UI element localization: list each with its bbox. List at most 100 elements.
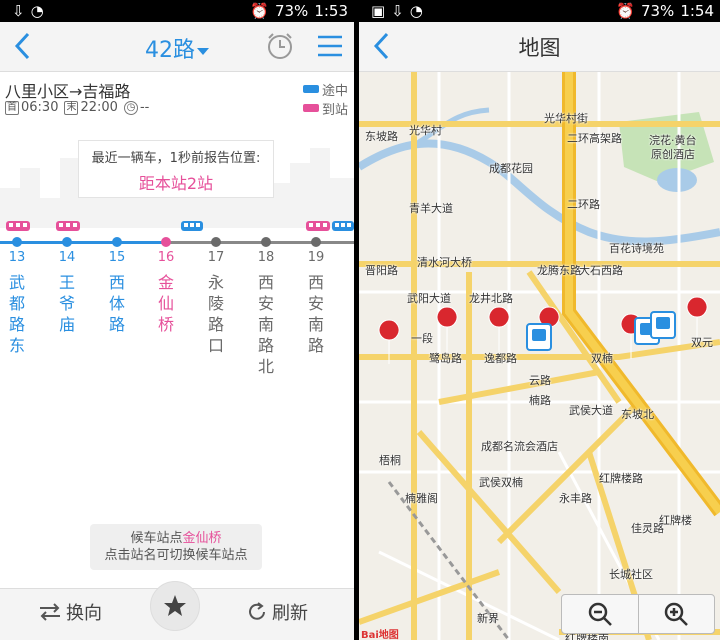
stop-name[interactable]: 王爷庙 — [52, 272, 82, 335]
stop-name[interactable]: 金仙桥 — [151, 272, 181, 335]
tip-prefix: 候车站点 — [130, 531, 183, 546]
map-label: 双楠 — [591, 352, 613, 365]
map-label: 鹭岛路 — [429, 352, 462, 365]
bus-blue-icon — [302, 84, 319, 93]
map-panel: ▣ ⇩ ◔ ⏰ 73% 1:54 地图 光华村街 二环高架路 东坡路 光华村 成… — [359, 0, 720, 640]
stop-dot[interactable] — [161, 237, 171, 247]
status-bar: ▣ ⇩ ◔ ⏰ 73% 1:54 — [359, 0, 720, 22]
map-label: 大石西路 — [579, 264, 623, 277]
stop-name[interactable]: 永陵路口 — [201, 272, 231, 356]
stop-name[interactable]: 西安南路 — [301, 272, 331, 356]
map-label: 永丰路 — [559, 492, 592, 505]
stop-dot[interactable] — [12, 237, 22, 247]
map-label: 光华村街 — [544, 112, 588, 125]
map-label: 红牌楼路 — [599, 472, 643, 485]
bus-enroute-icon — [181, 221, 203, 231]
map-label: 青羊大道 — [409, 202, 453, 215]
map-label: 清水河大桥 — [417, 256, 472, 269]
map-label: 光华村 — [409, 124, 442, 137]
interval-value: -- — [139, 100, 150, 115]
stop-dot[interactable] — [62, 237, 72, 247]
map-label: 武侯大道 — [569, 404, 613, 417]
first-bus-tag: 首 — [5, 100, 19, 115]
zoom-in-icon — [665, 602, 689, 626]
wifi-icon: ◔ — [409, 2, 423, 20]
map-label: 逸都路 — [484, 352, 517, 365]
stop-name[interactable]: 西体路 — [102, 272, 132, 335]
map-label: 双元 — [691, 336, 713, 349]
stop-number: 14 — [58, 250, 76, 265]
stop-number: 19 — [307, 250, 325, 265]
map-label: 红牌楼 — [659, 514, 692, 527]
download-icon: ⇩ — [12, 2, 25, 20]
stop-dot[interactable] — [261, 237, 271, 247]
map-label: 新界 — [477, 612, 499, 625]
refresh-button[interactable]: 刷新 — [246, 599, 308, 625]
legend-enroute-label: 途中 — [321, 84, 348, 99]
map-label: 百花诗境苑 — [609, 242, 664, 255]
route-selector[interactable]: 42路 — [0, 32, 354, 64]
map-label: 武阳大道 — [407, 292, 451, 305]
report-text: 最近一辆车，1秒前报告位置: — [91, 151, 261, 166]
legend-enroute: 途中 — [302, 80, 348, 99]
reverse-button[interactable]: 换向 — [38, 599, 102, 625]
reverse-label: 换向 — [66, 603, 102, 624]
stop-name[interactable]: 西安南路北 — [251, 272, 281, 377]
map-label: 武侯双楠 — [479, 476, 523, 489]
stop-dot[interactable] — [112, 237, 122, 247]
zoom-out-button[interactable] — [562, 595, 639, 633]
map-label: 成都名流会酒店 — [481, 440, 558, 453]
zoom-in-button[interactable] — [639, 595, 715, 633]
distance-text: 距本站2站 — [138, 174, 214, 193]
bottom-bar: 换向 刷新 — [0, 581, 354, 640]
route-direction: 八里小区→吉福路 — [5, 82, 131, 101]
route-line-passed — [0, 241, 166, 244]
first-bus-time: 06:30 — [21, 100, 59, 115]
route-title: 42路 — [145, 38, 195, 63]
nav-bar: 42路 — [0, 22, 354, 72]
battery-text: 73% — [274, 2, 309, 20]
stop-dot[interactable] — [211, 237, 221, 247]
bus-arrived-icon — [306, 221, 330, 231]
stop-number: 15 — [108, 250, 126, 265]
tip-hint: 点击站名可切换候车站点 — [104, 548, 248, 563]
bus-enroute-icon — [332, 221, 354, 231]
map-label: 晋阳路 — [365, 264, 398, 277]
swap-icon — [40, 603, 60, 621]
alarm-clock-icon[interactable] — [264, 30, 296, 62]
map-label: 楠雅阁 — [405, 492, 438, 505]
star-icon — [164, 595, 186, 616]
clock-text: 1:53 — [314, 2, 348, 20]
image-icon: ▣ — [371, 2, 386, 20]
dropdown-caret-icon — [197, 47, 209, 55]
clock-text: 1:54 — [680, 2, 714, 20]
route-line-ahead — [166, 241, 354, 244]
bus-arrived-icon — [6, 221, 30, 231]
favorite-button[interactable] — [150, 581, 200, 631]
zoom-out-icon — [588, 602, 612, 626]
legend-arrived: 到站 — [302, 99, 348, 118]
stop-dot[interactable] — [311, 237, 321, 247]
stop-name[interactable]: 武都路东 — [2, 272, 32, 356]
bus-arrived-icon — [56, 221, 80, 231]
last-bus-time: 22:00 — [80, 100, 118, 115]
map-label: 楠路 — [529, 394, 551, 407]
alarm-status-icon: ⏰ — [616, 2, 635, 20]
map-label: 长城社区 — [609, 568, 653, 581]
service-times: 首 06:30 末 22:00 ◷ -- — [5, 100, 149, 115]
menu-icon[interactable] — [316, 32, 344, 60]
baidu-logo: Bai地图 — [361, 630, 399, 640]
stop-number: 16 — [157, 250, 175, 265]
map-nav-bar: 地图 — [359, 22, 720, 72]
waiting-stop-tip: 候车站点金仙桥 点击站名可切换候车站点 — [90, 524, 262, 570]
map-label: 东坡北 — [621, 408, 654, 421]
stop-number: 18 — [257, 250, 275, 265]
map-label: 龙腾东路 — [537, 264, 581, 277]
stop-number: 13 — [8, 250, 26, 265]
map-label: 云路 — [529, 374, 551, 387]
last-bus-tag: 末 — [64, 100, 79, 115]
bus-line-panel: ⇩ ◔ ⏰ 73% 1:53 42路 八里小区→吉福路 首 06:30 末 22:0… — [0, 0, 354, 640]
map-label: 成都花园 — [489, 162, 533, 175]
wifi-icon: ◔ — [30, 2, 44, 20]
map-label: 二环高架路 — [567, 132, 622, 145]
